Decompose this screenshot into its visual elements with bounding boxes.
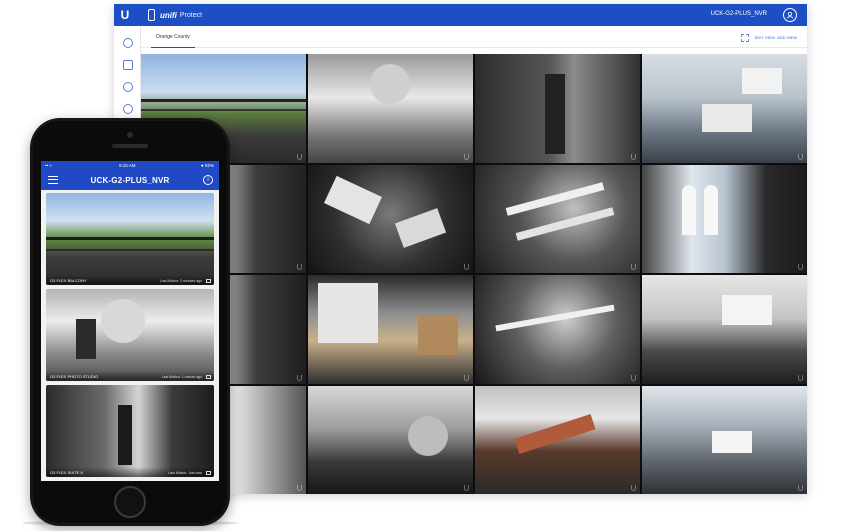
user-icon[interactable] — [783, 8, 797, 22]
fullscreen-icon[interactable] — [741, 34, 749, 42]
earpiece — [112, 144, 148, 148]
camera-tile[interactable] — [308, 275, 473, 384]
last-motion-text: Last Motion: 1 minute ago — [161, 375, 202, 379]
camera-card[interactable]: G3 FLEX BALCONY Last Motion: 2 minutes a… — [46, 193, 214, 285]
watermark-icon — [631, 374, 636, 381]
camera-tile[interactable] — [475, 385, 640, 494]
host-name: UCK-G2-PLUS_NVR — [710, 11, 767, 17]
phone-device: •• ≈ 9:16 AM ● 92% UCK-G2-PLUS_NVR i G3 … — [30, 118, 230, 526]
watermark-icon — [631, 485, 636, 491]
last-motion-text: Last Motion: Just now — [168, 471, 202, 475]
edit-view-link[interactable]: EDIT VIEW — [755, 35, 775, 40]
app-name: Protect — [179, 11, 203, 19]
watermark-icon — [631, 153, 636, 160]
watermark-icon — [464, 485, 469, 491]
info-icon[interactable]: i — [203, 175, 213, 185]
signal-indicator: •• ≈ — [45, 163, 52, 168]
camera-tile[interactable] — [308, 385, 473, 494]
watermark-icon — [464, 374, 469, 381]
watermark-icon — [798, 264, 803, 270]
watermark-icon — [631, 264, 636, 270]
camera-name: G3 FLEX BALCONY — [50, 278, 87, 283]
app-header: UCK-G2-PLUS_NVR i — [41, 170, 219, 190]
search-icon[interactable] — [123, 104, 133, 114]
camera-tile[interactable] — [642, 275, 807, 384]
camera-tile[interactable] — [475, 54, 640, 163]
camera-tile[interactable] — [308, 164, 473, 273]
watermark-icon — [297, 485, 302, 491]
status-bar: •• ≈ 9:16 AM ● 92% — [41, 161, 219, 170]
watermark-icon — [798, 374, 803, 381]
top-bar: U unifi Protect UCK-G2-PLUS_NVR — [114, 4, 807, 26]
watermark-icon — [464, 153, 469, 160]
camera-icon[interactable] — [123, 60, 133, 70]
camera-tile[interactable] — [308, 54, 473, 163]
play-icon[interactable] — [123, 82, 133, 92]
brand-name: unifi — [160, 10, 177, 20]
add-view-link[interactable]: ADD VIEW — [777, 35, 797, 40]
home-button[interactable] — [114, 486, 146, 518]
camera-tile[interactable] — [642, 54, 807, 163]
camera-card[interactable]: G3 FLEX PHOTO STUDIO Last Motion: 1 minu… — [46, 289, 214, 381]
phone-screen: •• ≈ 9:16 AM ● 92% UCK-G2-PLUS_NVR i G3 … — [41, 161, 219, 481]
camera-card[interactable]: G3 FLEX SUITE 8 Last Motion: Just now — [46, 385, 214, 477]
watermark-icon — [798, 485, 803, 491]
tab-orange-county[interactable]: Orange County — [151, 26, 195, 48]
camera-name: G3 FLEX SUITE 8 — [50, 470, 83, 475]
camera-tile[interactable] — [475, 164, 640, 273]
protect-app-icon — [148, 9, 155, 21]
watermark-icon — [297, 153, 302, 160]
watermark-icon — [297, 264, 302, 270]
watermark-icon — [297, 374, 302, 381]
ubiquiti-logo[interactable]: U — [114, 4, 136, 26]
camera-tile[interactable] — [475, 275, 640, 384]
watermark-icon — [798, 153, 803, 160]
front-camera — [127, 132, 133, 138]
last-motion-text: Last Motion: 2 minutes ago — [159, 279, 202, 283]
watermark-icon — [464, 264, 469, 270]
camera-tile[interactable] — [642, 164, 807, 273]
camera-name: G3 FLEX PHOTO STUDIO — [50, 374, 98, 379]
camera-status-icon — [206, 279, 211, 283]
battery-indicator: ● 92% — [201, 163, 214, 168]
page-title: UCK-G2-PLUS_NVR — [90, 176, 170, 185]
camera-tile[interactable] — [642, 385, 807, 494]
camera-grid — [141, 54, 807, 494]
view-toolbar: Orange County EDIT VIEW ADD VIEW — [141, 26, 807, 48]
settings-icon[interactable] — [123, 38, 133, 48]
camera-status-icon — [206, 375, 211, 379]
camera-status-icon — [206, 471, 211, 475]
status-time: 9:16 AM — [119, 163, 136, 168]
